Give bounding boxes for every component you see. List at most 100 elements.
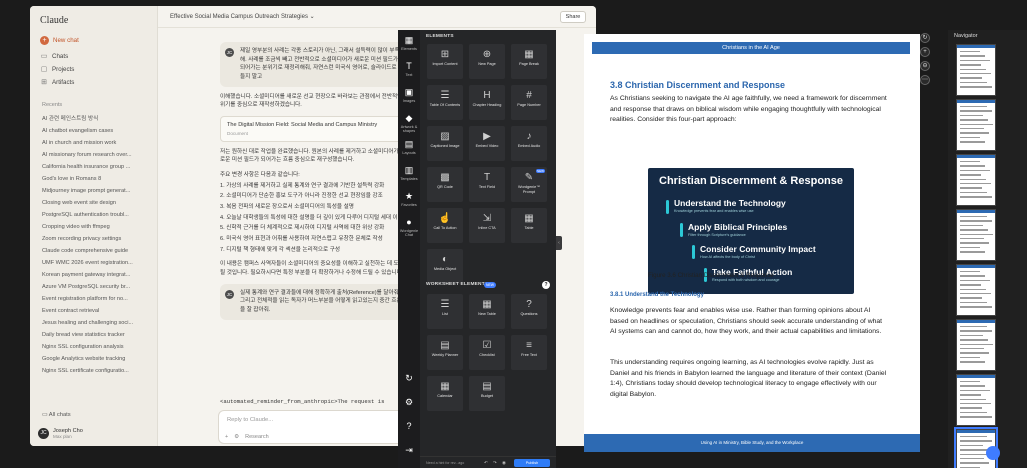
- settings-icon[interactable]: ⚙: [398, 396, 420, 408]
- claude-logo[interactable]: Claude: [40, 15, 68, 26]
- recent-chat-item[interactable]: Azure VM PostgreSQL security br...: [40, 281, 152, 293]
- recent-chat-item[interactable]: AI missionary forum research over...: [40, 149, 152, 161]
- collapse-panel-handle[interactable]: ‹: [556, 236, 562, 250]
- embed-video-tile[interactable]: ▶ Embed Video: [469, 126, 505, 161]
- rail-item-artwork-shapes[interactable]: ◆ Artwork & shapes: [398, 112, 420, 133]
- recent-chat-item[interactable]: California health insurance group ...: [40, 161, 152, 173]
- recent-chat-item[interactable]: Nginx SSL configuration analysis: [40, 341, 152, 353]
- page-number-tile[interactable]: # Page Number: [511, 85, 547, 120]
- text-field-tile[interactable]: T Text Field: [469, 167, 505, 202]
- rail-item-elements[interactable]: ▦ Elements: [398, 34, 420, 51]
- budget-tile[interactable]: ▤ Budget: [469, 376, 505, 411]
- chevron-down-icon: ⌄: [309, 14, 315, 20]
- recent-chat-item[interactable]: Daily bread view statistics tracker: [40, 329, 152, 341]
- table-of-contents-tile[interactable]: ☰ Table Of Contents: [427, 85, 463, 120]
- intro-paragraph[interactable]: As Christians seeking to navigate the AI…: [610, 94, 888, 126]
- new-chat-button[interactable]: + New chat: [40, 36, 79, 45]
- calendar-tile[interactable]: ▦ Calendar: [427, 376, 463, 411]
- research-button[interactable]: Research: [245, 434, 269, 440]
- plus-icon[interactable]: +: [920, 47, 930, 57]
- projects-nav-item[interactable]: ▢ Projects: [40, 65, 75, 74]
- page-thumbnail[interactable]: [956, 99, 996, 151]
- recent-chat-item[interactable]: Midjourney image prompt generat...: [40, 185, 152, 197]
- qr-code-tile[interactable]: ▩ QR Code: [427, 167, 463, 202]
- avatar: JC: [38, 428, 49, 439]
- recent-chat-item[interactable]: Closing web event site design: [40, 197, 152, 209]
- captioned-image-tile[interactable]: ▨ Captioned Image: [427, 126, 463, 161]
- recent-chat-item[interactable]: Claude code comprehensive guide: [40, 245, 152, 257]
- help-icon[interactable]: ?: [542, 281, 550, 289]
- user-profile-button[interactable]: JC Joseph Cho Max plan: [38, 428, 83, 439]
- recent-chat-item[interactable]: Cropping video with ffmpeg: [40, 221, 152, 233]
- rail-item-favorites[interactable]: ★ Favorites: [398, 190, 420, 207]
- new-table-icon: ▦: [482, 299, 492, 310]
- recent-chat-item[interactable]: Zoom recording privacy settings: [40, 233, 152, 245]
- rail-item-text[interactable]: T Text: [398, 60, 420, 77]
- recent-chat-item[interactable]: UMF WMC 2026 event registration...: [40, 257, 152, 269]
- body-paragraph[interactable]: Knowledge prevents fear and enables wise…: [610, 306, 888, 338]
- recent-chat-item[interactable]: AI 관련 메인스트림 방식: [40, 113, 152, 125]
- media-object-tile[interactable]: ◐ Media Object: [427, 249, 463, 284]
- rail-item-images[interactable]: ▣ Images: [398, 86, 420, 103]
- page-thumbnail[interactable]: [956, 264, 996, 316]
- rail-item-templates[interactable]: ▥ Templates: [398, 164, 420, 181]
- artifact-card[interactable]: The Digital Mission Field: Social Media …: [220, 115, 410, 142]
- support-chat-icon[interactable]: [986, 446, 1000, 460]
- page-thumbnail[interactable]: [956, 319, 996, 371]
- section-title[interactable]: 3.8 Christian Discernment and Response: [610, 80, 785, 90]
- page-break-tile[interactable]: ▦ Page Break: [511, 44, 547, 79]
- help-icon[interactable]: ?: [398, 420, 420, 432]
- questions-tile[interactable]: ? Questions: [511, 294, 547, 329]
- history-icon[interactable]: ↻: [398, 372, 420, 384]
- recent-chat-item[interactable]: PostgreSQL authentication troubl...: [40, 209, 152, 221]
- exit-icon: ⇥: [405, 445, 413, 455]
- weekly-planner-tile[interactable]: ▤ Weekly Planner: [427, 335, 463, 370]
- recent-chat-item[interactable]: Korean payment gateway integrat...: [40, 269, 152, 281]
- undo-redo-icons[interactable]: ↶ ↷ ◉: [484, 460, 508, 466]
- all-chats-link[interactable]: ▭ All chats: [42, 412, 71, 418]
- reply-input[interactable]: Reply to Claude... + ⚙ Research: [218, 410, 422, 444]
- rail-item-wordgenie-chat[interactable]: ● Wordgenie Chat: [398, 216, 420, 237]
- sync-icon[interactable]: ↻: [920, 33, 930, 43]
- publish-button[interactable]: Publish: [514, 459, 550, 467]
- recent-chat-item[interactable]: AI chatbot evangelism cases: [40, 125, 152, 137]
- questions-icon: ?: [526, 299, 532, 310]
- inline-cta-tile[interactable]: ⇲ Inline CTA: [469, 208, 505, 243]
- recent-chat-item[interactable]: AI in church and mission work: [40, 137, 152, 149]
- more-icon[interactable]: ⋯: [920, 75, 930, 85]
- checklist-tile[interactable]: ☑ Checklist: [469, 335, 505, 370]
- body-paragraph[interactable]: This understanding requires ongoing lear…: [610, 358, 888, 400]
- recent-chat-item[interactable]: Event contract retrieval: [40, 305, 152, 317]
- call-to-action-tile[interactable]: ☝ Call To Action: [427, 208, 463, 243]
- page-thumbnail[interactable]: [956, 209, 996, 261]
- recent-chat-item[interactable]: Nginx SSL certificate configuratio...: [40, 365, 152, 377]
- list-tile[interactable]: ☰ List: [427, 294, 463, 329]
- embed-audio-tile[interactable]: ♪ Embed Audio: [511, 126, 547, 161]
- conversation-title[interactable]: Effective Social Media Campus Outreach S…: [170, 13, 315, 20]
- recent-chat-item[interactable]: Google Analytics website tracking: [40, 353, 152, 365]
- recent-chat-item[interactable]: Jesus healing and challenging soci...: [40, 317, 152, 329]
- rail-item-layouts[interactable]: ▤ Layouts: [398, 138, 420, 155]
- zoom-icon[interactable]: ⊖: [920, 61, 930, 71]
- page-thumbnail[interactable]: [956, 44, 996, 96]
- exit-icon[interactable]: ⇥: [398, 444, 420, 456]
- figure-caption[interactable]: Figure 3.6 Christian Discernment & Respo…: [648, 272, 774, 279]
- recent-chat-item[interactable]: Event registration platform for no...: [40, 293, 152, 305]
- page-thumbnail[interactable]: [956, 154, 996, 206]
- subsection-title[interactable]: 3.8.1 Understand the Technology: [610, 292, 704, 298]
- recent-chat-item[interactable]: God's love in Romans 8: [40, 173, 152, 185]
- chats-nav-item[interactable]: ▭ Chats: [40, 52, 68, 61]
- tools-button[interactable]: ⚙: [234, 434, 239, 440]
- new-table-tile[interactable]: ▦ New Table: [469, 294, 505, 329]
- new-page-tile[interactable]: ⊕ New Page: [469, 44, 505, 79]
- artifacts-nav-item[interactable]: ⊞ Artifacts: [40, 78, 74, 87]
- free-text-tile[interactable]: ≡ Free Text: [511, 335, 547, 370]
- share-button[interactable]: Share: [560, 11, 586, 23]
- thumbnail-line: [960, 220, 992, 222]
- chapter-heading-tile[interactable]: H Chapter Heading: [469, 85, 505, 120]
- attach-button[interactable]: +: [225, 434, 228, 440]
- wordgenie-prompt-tile[interactable]: ✎ Wordgenie™ Prompt NEW: [511, 167, 547, 202]
- page-thumbnail[interactable]: [956, 374, 996, 426]
- table-tile[interactable]: ▦ Table: [511, 208, 547, 243]
- import-content-tile[interactable]: ⊞ Import Content: [427, 44, 463, 79]
